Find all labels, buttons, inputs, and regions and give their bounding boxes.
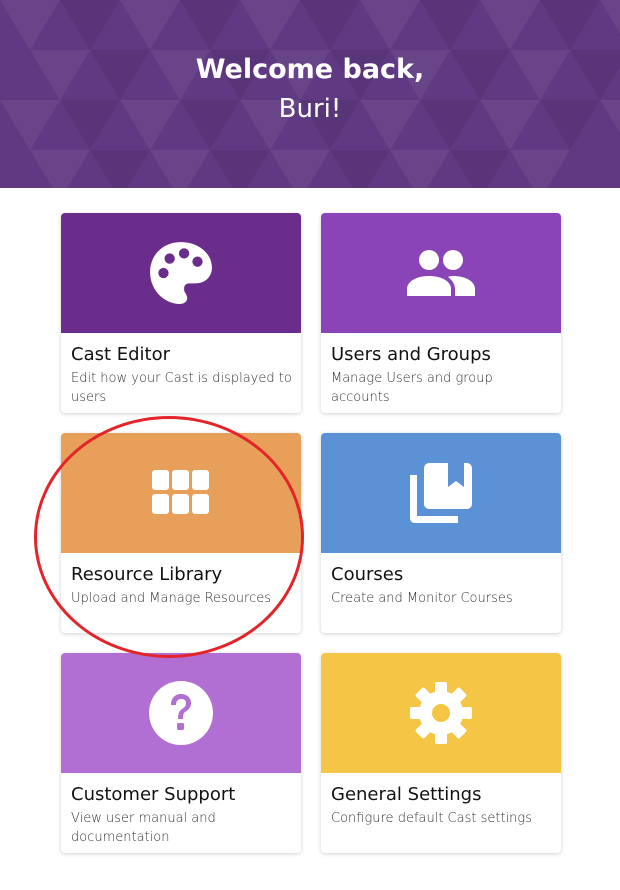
card-title: Cast Editor [71, 344, 171, 365]
card-title: Customer Support [71, 784, 236, 805]
card-title: Users and Groups [331, 344, 491, 365]
courses-banner [321, 433, 561, 553]
card-title: Resource Library [71, 564, 223, 585]
gear-icon [410, 682, 472, 744]
users-groups-banner [321, 213, 561, 333]
card-description: Configure default Cast settings [331, 811, 532, 826]
resource-library-banner [61, 433, 301, 553]
courses-card[interactable]: Courses Create and Monitor Courses [321, 433, 561, 633]
customer-support-card[interactable]: Customer Support View user manual and do… [61, 653, 301, 853]
card-title: Courses [331, 564, 404, 585]
welcome-banner: Welcome back, Buri! [0, 0, 620, 188]
resource-library-card[interactable]: Resource Library Upload and Manage Resou… [61, 433, 301, 633]
users-groups-card[interactable]: Users and Groups Manage Users and group … [321, 213, 561, 413]
card-description: Manage Users and group accounts [331, 371, 493, 405]
cast-editor-banner [61, 213, 301, 333]
general-settings-card[interactable]: General Settings Configure default Cast … [321, 653, 561, 853]
card-title: General Settings [331, 784, 482, 805]
card-description: Edit how your Cast is displayed to users [71, 371, 292, 405]
card-description: Upload and Manage Resources [71, 591, 271, 606]
question-icon [149, 681, 213, 745]
book-stack-icon [410, 463, 472, 523]
customer-support-banner [61, 653, 301, 773]
cast-editor-card[interactable]: Cast Editor Edit how your Cast is displa… [61, 213, 301, 413]
card-description: View user manual and documentation [71, 811, 216, 845]
palette-icon [150, 242, 212, 304]
users-icon [407, 250, 475, 296]
card-description: Create and Monitor Courses [331, 591, 513, 606]
general-settings-banner [321, 653, 561, 773]
user-name: Buri! [278, 94, 342, 124]
welcome-heading: Welcome back, [195, 54, 425, 85]
grid-icon [152, 470, 209, 514]
